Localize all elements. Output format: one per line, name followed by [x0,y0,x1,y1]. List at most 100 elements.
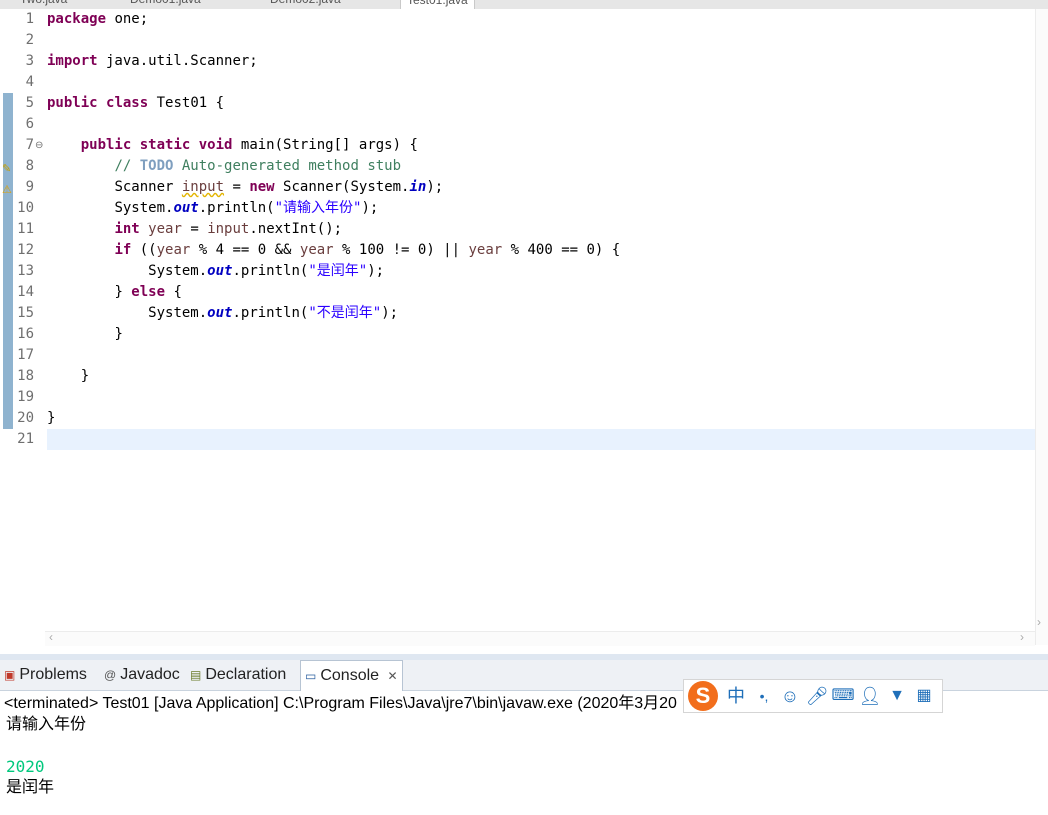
string-literal: "请输入年份" [274,200,362,216]
line-number: 13 [17,263,34,279]
line-number: 2 [25,32,34,48]
tab-label: Declaration [205,666,287,684]
code-text: { [165,284,182,300]
vertical-scrollbar[interactable]: › [1035,9,1048,645]
javadoc-icon: @ [104,668,117,682]
line-number: 8 [25,158,34,174]
code-line: System.out.println("是闰年"); [47,261,1035,282]
editor-tab-two[interactable]: Two.java [20,0,67,8]
keyword: public [47,95,98,111]
user-icon[interactable]: 👤︎ [858,683,882,709]
code-line: import java.util.Scanner; [47,51,1035,72]
code-line: System.out.println("不是闰年"); [47,303,1035,324]
tab-declaration[interactable]: ▤ Declaration [190,660,286,690]
overview-ruler: ✎ ⚠ [0,9,15,645]
tab-javadoc[interactable]: @ Javadoc [104,660,180,690]
line-number: 17 [17,347,34,363]
code-text: } [47,410,56,426]
ime-language-toggle[interactable]: 中 [724,683,748,709]
line-number-gutter: 1 2 3 4 5 6 7 ⊖ 8 9 10 11 12 13 14 15 16… [15,9,45,631]
keyword: if [114,242,132,258]
code-text: .println( [232,263,309,279]
keyword: static [139,137,191,153]
string-literal: "是闰年" [308,263,368,279]
local-variable: input [181,179,225,195]
local-variable: year [156,242,191,258]
emoji-icon[interactable]: ☺ [778,683,802,709]
grid-icon[interactable]: ▦ [912,683,936,709]
code-text: } [114,326,123,342]
local-variable: year [468,242,503,258]
code-text: System. [114,200,174,216]
scroll-down-icon[interactable]: › [1037,615,1041,629]
string-literal: "不是闰年" [308,305,382,321]
code-text: = [181,221,208,237]
tab-problems[interactable]: ▣ Problems [4,660,87,690]
code-text: Scanner [114,179,182,195]
microphone-icon[interactable]: 🎤︎ [805,683,829,709]
code-line: } else { [47,282,1035,303]
comment: Auto-generated method stub [173,158,402,174]
keyword: package [47,11,107,27]
code-text: .nextInt(); [249,221,343,237]
code-text: % 100 != 0) || [333,242,469,258]
code-editor[interactable]: ✎ ⚠ 1 2 3 4 5 6 7 ⊖ 8 9 10 11 12 13 14 1… [0,9,1048,654]
code-text: ); [426,179,444,195]
line-number: 20 [17,410,34,426]
code-line: int year = input.nextInt(); [47,219,1035,240]
keyword: else [131,284,166,300]
editor-tab-test01[interactable]: Test01.java [400,0,475,9]
code-text: main(String[] args) { [232,137,418,153]
code-text: .println( [198,200,275,216]
task-marker-icon[interactable]: ✎ [2,164,11,175]
line-number: 7 [25,137,34,153]
comment: // [114,158,140,174]
tab-label: Problems [19,666,87,684]
code-text: ); [361,200,379,216]
code-line: // TODO Auto-generated method stub [47,156,1035,177]
fold-toggle-icon[interactable]: ⊖ [35,135,43,156]
code-text-area[interactable]: package one; import java.util.Scanner; p… [47,9,1035,631]
close-icon[interactable]: ✕ [388,669,398,683]
line-number: 16 [17,326,34,342]
code-text: (( [131,242,157,258]
ime-punctuation-toggle[interactable]: •, [752,683,776,709]
static-field: in [409,179,427,195]
line-number: 12 [17,242,34,258]
horizontal-scrollbar[interactable]: ‹ › [45,630,1035,646]
code-text: % 4 == 0 && [190,242,300,258]
code-text: % 400 == 0) { [502,242,621,258]
console-header: <terminated> Test01 [Java Application] C… [4,695,677,712]
keyword: import [47,53,98,69]
code-line: } [47,408,1035,429]
editor-tab-demo02[interactable]: Demo02.java [270,0,341,8]
editor-tab-strip: Two.java Demo01.java Demo02.java Test01.… [0,0,1048,9]
code-text: } [80,368,90,384]
line-number: 10 [17,200,34,216]
console-user-input: 2020 [6,757,45,776]
keyword: public [80,137,132,153]
warning-marker-icon[interactable]: ⚠ [2,185,12,196]
current-line-highlight[interactable] [47,429,1035,450]
line-number: 14 [17,284,34,300]
ime-toolbar[interactable]: S 中 •, ☺ 🎤︎ ⌨ 👤︎ ▼ ▦ [683,679,943,713]
code-text: java.util.Scanner; [97,53,258,69]
code-line: public static void main(String[] args) { [47,135,1035,156]
code-text: ); [381,305,399,321]
scroll-left-icon[interactable]: ‹ [49,630,53,644]
code-text: System. [148,263,208,279]
tab-console[interactable]: ▭ Console ✕ [300,660,403,691]
sogou-logo-icon[interactable]: S [688,681,718,711]
shirt-icon[interactable]: ▼ [885,683,909,709]
code-line: } [47,324,1035,345]
declaration-icon: ▤ [190,668,202,682]
scroll-right-icon[interactable]: › [1020,630,1024,644]
line-number: 1 [25,11,34,27]
tab-label: Javadoc [120,666,180,684]
code-text: = [224,179,250,195]
editor-tab-demo01[interactable]: Demo01.java [130,0,201,8]
keyboard-icon[interactable]: ⌨ [831,683,855,709]
local-variable: year [148,221,182,237]
code-line: Scanner input = new Scanner(System.in); [47,177,1035,198]
